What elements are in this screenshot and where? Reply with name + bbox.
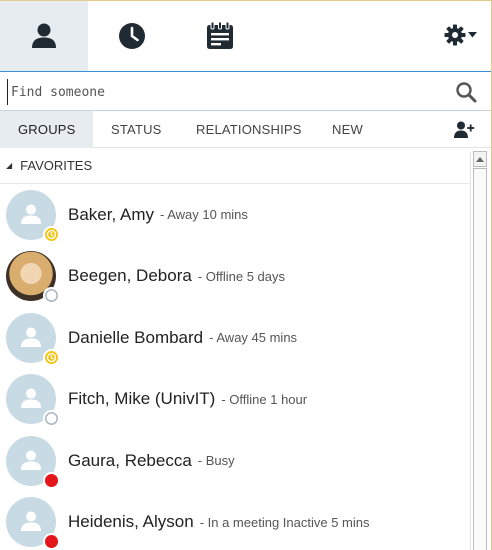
- tab-conversations[interactable]: [88, 1, 176, 71]
- add-contact-icon[interactable]: [453, 120, 475, 140]
- person-icon: [21, 204, 41, 224]
- avatar: [6, 374, 60, 428]
- avatar: [6, 189, 60, 243]
- contacts-window: GROUPS STATUS RELATIONSHIPS NEW ◢ FAVORI…: [0, 0, 492, 550]
- calendar-icon: [207, 21, 233, 49]
- avatar: [6, 312, 60, 366]
- tab-relationships[interactable]: RELATIONSHIPS: [178, 111, 314, 148]
- contact-name: Danielle Bombard: [68, 327, 204, 347]
- contact-status: - In a meeting Inactive 5 mins: [199, 514, 370, 530]
- contact-name: Beegen, Debora: [68, 266, 192, 286]
- contact-name: Fitch, Mike (UnivIT): [68, 389, 216, 409]
- presence-offline-icon: [43, 287, 60, 305]
- contact-name: Gaura, Rebecca: [68, 450, 192, 470]
- tab-meetings[interactable]: [176, 1, 264, 71]
- list-item[interactable]: Baker, Amy - Away 10 mins: [0, 184, 470, 246]
- contact-status: - Offline 5 days: [197, 268, 286, 284]
- presence-away-icon: [43, 348, 60, 366]
- contact-name: Baker, Amy: [68, 204, 154, 224]
- presence-busy-icon: [43, 471, 60, 489]
- contact-list: ◢ FAVORITES Baker, Amy - Away 10 mins Be…: [0, 148, 470, 550]
- avatar: [6, 497, 60, 550]
- list-item[interactable]: Gaura, Rebecca - Busy: [0, 430, 470, 492]
- contact-status: - Busy: [197, 453, 235, 469]
- vertical-scrollbar[interactable]: [470, 151, 487, 550]
- list-item[interactable]: Beegen, Debora - Offline 5 days: [0, 246, 470, 308]
- contact-name: Heidenis, Alyson: [68, 512, 194, 532]
- search-bar: [0, 71, 491, 111]
- contact-status: - Away 10 mins: [159, 207, 248, 223]
- list-item[interactable]: Fitch, Mike (UnivIT) - Offline 1 hour: [0, 369, 470, 431]
- person-icon: [21, 327, 41, 347]
- tab-new[interactable]: NEW: [314, 111, 384, 148]
- group-header-favorites[interactable]: ◢ FAVORITES: [0, 148, 470, 184]
- clock-icon: [119, 23, 145, 49]
- contact-status: - Offline 1 hour: [221, 391, 308, 407]
- search-input[interactable]: [7, 79, 437, 105]
- tab-contacts[interactable]: [0, 1, 88, 71]
- chevron-down-icon: [467, 32, 477, 38]
- group-name: FAVORITES: [20, 158, 93, 173]
- tab-status[interactable]: STATUS: [93, 111, 178, 148]
- presence-busy-icon: [43, 533, 60, 550]
- avatar: [6, 435, 60, 489]
- person-icon: [21, 388, 41, 409]
- scroll-up-button[interactable]: [473, 151, 487, 167]
- gear-icon: [444, 24, 465, 46]
- chevron-up-icon: [476, 156, 484, 162]
- contact-view-tabs: GROUPS STATUS RELATIONSHIPS NEW: [0, 110, 491, 148]
- person-icon: [21, 511, 41, 532]
- contact-status: - Away 45 mins: [209, 330, 298, 346]
- presence-offline-icon: [43, 410, 60, 428]
- list-item[interactable]: Danielle Bombard - Away 45 mins: [0, 307, 470, 369]
- person-icon: [21, 450, 41, 470]
- avatar-photo: [6, 251, 60, 305]
- top-tab-bar: [0, 1, 491, 71]
- person-icon: [32, 23, 56, 48]
- settings-menu-button[interactable]: [439, 21, 481, 49]
- tab-groups[interactable]: GROUPS: [0, 110, 93, 148]
- scroll-thumb[interactable]: [473, 168, 487, 550]
- list-item[interactable]: Heidenis, Alyson - In a meeting Inactive…: [0, 492, 470, 550]
- search-icon[interactable]: [455, 81, 477, 103]
- collapse-triangle-icon[interactable]: ◢: [6, 161, 12, 170]
- presence-away-icon: [43, 225, 60, 243]
